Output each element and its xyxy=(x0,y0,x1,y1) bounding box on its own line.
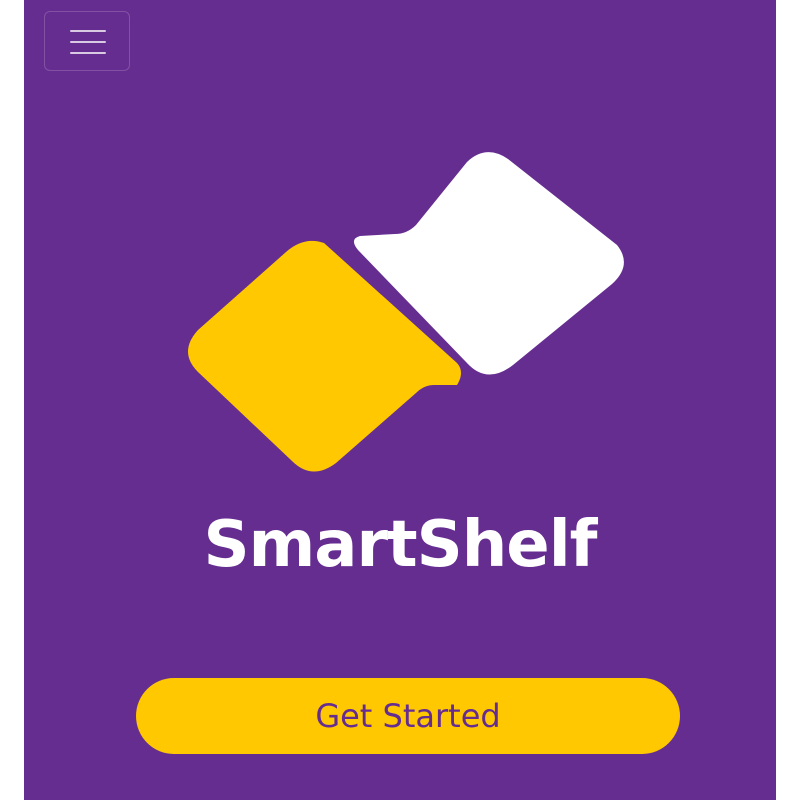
app-screen: SmartShelf Get Started xyxy=(24,0,776,800)
get-started-button[interactable]: Get Started xyxy=(136,678,680,754)
app-logo xyxy=(188,152,624,472)
brand-name: SmartShelf xyxy=(203,508,598,582)
